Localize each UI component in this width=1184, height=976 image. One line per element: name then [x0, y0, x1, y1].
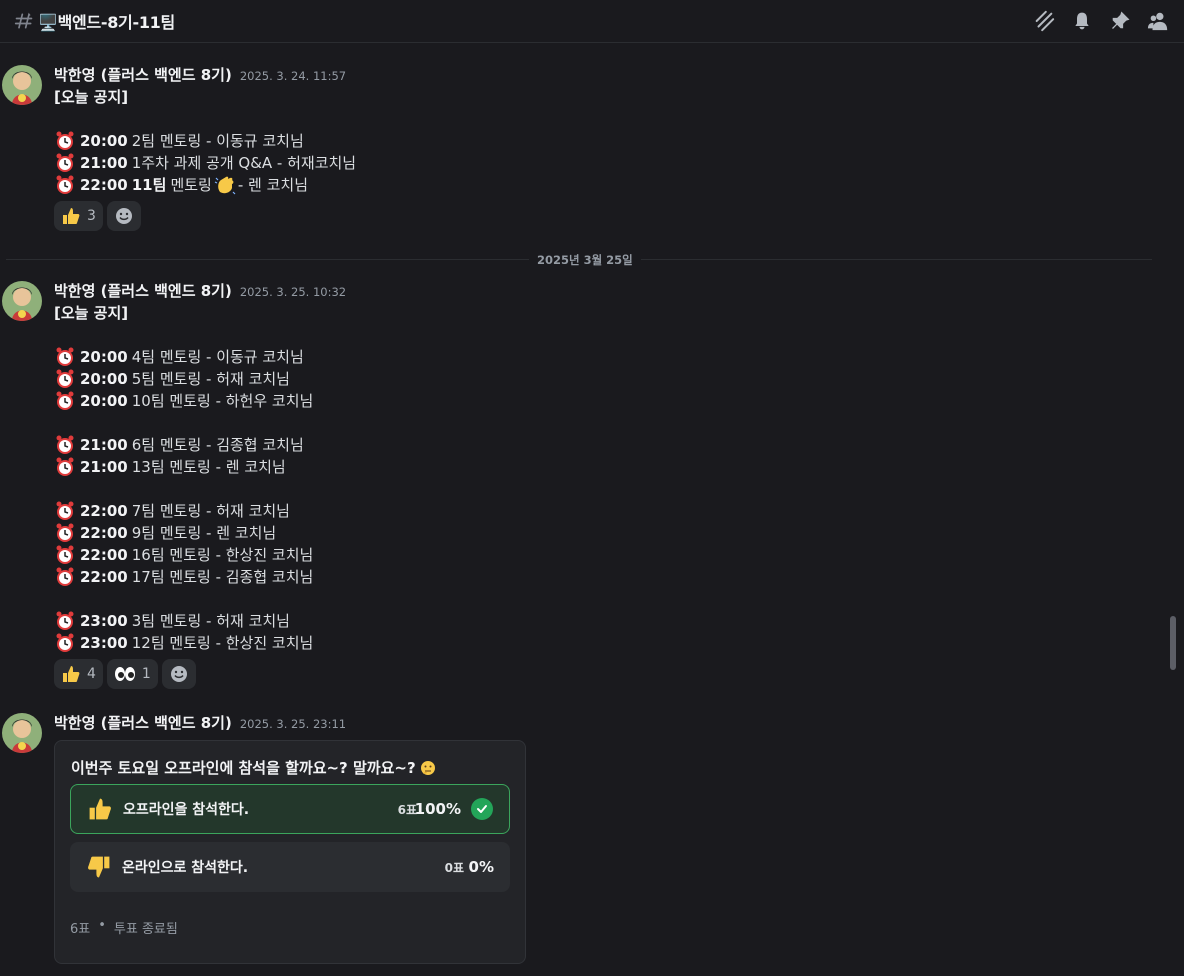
thumbs-up-icon	[89, 798, 111, 820]
channel-header: 🖥️백엔드-8기-11팀	[0, 0, 1184, 43]
reaction-thumbs-up[interactable]: 4	[54, 659, 103, 689]
waving-hand-icon	[214, 176, 236, 195]
alarm-clock-icon	[56, 567, 74, 586]
text-channel-icon	[14, 12, 33, 29]
alarm-clock-icon	[56, 131, 74, 150]
schedule-line: 22:00 11팀 멘토링 - 렌 코치님	[54, 174, 356, 196]
schedule-line: 20:00 4팀 멘토링 - 이동규 코치님	[54, 346, 346, 368]
scrollbar-thumb[interactable]	[1170, 616, 1176, 670]
alarm-clock-icon	[56, 369, 74, 388]
poll-question: 이번주 토요일 오프라인에 참석을 할까요~? 말까요~?	[71, 757, 436, 778]
thumbs-down-icon	[88, 856, 110, 878]
schedule-line: 20:00 5팀 멘토링 - 허재 코치님	[54, 368, 346, 390]
schedule-line: 21:00 13팀 멘토링 - 렌 코치님	[54, 456, 346, 478]
members-icon[interactable]	[1146, 9, 1170, 33]
poll-option-percent: 0%	[468, 858, 494, 876]
author-name[interactable]: 박한영 (플러스 백엔드 8기)	[54, 280, 232, 301]
poll-option-label: 온라인으로 참석한다.	[122, 860, 249, 876]
smiley-icon	[115, 208, 132, 224]
schedule-line: 20:00 2팀 멘토링 - 이동규 코치님	[54, 130, 356, 152]
poll-option[interactable]: 오프라인을 참석한다. 6표 100%	[70, 784, 510, 834]
poll-status: 투표 종료됨	[113, 922, 178, 937]
smiley-icon	[170, 666, 187, 682]
poll-footer: 6표 • 투표 종료됨	[70, 918, 178, 937]
check-icon	[471, 798, 493, 820]
alarm-clock-icon	[56, 545, 74, 564]
schedule-line: 22:00 16팀 멘토링 - 한상진 코치님	[54, 544, 346, 566]
schedule-line: 22:00 9팀 멘토링 - 렌 코치님	[54, 522, 346, 544]
bell-icon[interactable]	[1070, 9, 1094, 33]
schedule-line: 21:00 6팀 멘토링 - 김종협 코치님	[54, 434, 346, 456]
schedule-line: 23:00 12팀 멘토링 - 한상진 코치님	[54, 632, 346, 654]
alarm-clock-icon	[56, 347, 74, 366]
thinking-face-icon	[420, 760, 435, 775]
reaction-count: 1	[141, 666, 151, 682]
alarm-clock-icon	[56, 501, 74, 520]
timestamp: 2025. 3. 25. 23:11	[239, 717, 347, 731]
avatar[interactable]	[2, 713, 42, 753]
author-name[interactable]: 박한영 (플러스 백엔드 8기)	[54, 712, 232, 733]
alarm-clock-icon	[56, 435, 74, 454]
add-reaction-button[interactable]	[161, 659, 196, 689]
author-name[interactable]: 박한영 (플러스 백엔드 8기)	[54, 64, 232, 85]
date-divider-label: 2025년 3월 25일	[529, 252, 641, 268]
poll-option-label: 오프라인을 참석한다.	[123, 802, 250, 818]
alarm-clock-icon	[56, 153, 74, 172]
message-title: [오늘 공지]	[54, 88, 129, 106]
channel-name: 🖥️백엔드-8기-11팀	[38, 13, 175, 32]
reaction-count: 3	[87, 208, 96, 224]
schedule-line: 20:00 10팀 멘토링 - 하헌우 코치님	[54, 390, 346, 412]
thumbs-up-icon	[63, 666, 80, 682]
message-title: [오늘 공지]	[54, 304, 129, 322]
schedule-line: 22:00 17팀 멘토링 - 김종협 코치님	[54, 566, 346, 588]
threads-icon[interactable]	[1032, 9, 1056, 33]
poll-total-votes: 6표	[70, 922, 91, 937]
alarm-clock-icon	[56, 391, 74, 410]
poll-option-percent: 100%	[414, 800, 461, 818]
pin-icon[interactable]	[1108, 9, 1132, 33]
avatar[interactable]	[2, 65, 42, 105]
alarm-clock-icon	[56, 611, 74, 630]
alarm-clock-icon	[56, 175, 74, 194]
reaction-eyes[interactable]: 1	[106, 659, 158, 689]
alarm-clock-icon	[56, 457, 74, 476]
separator-dot: •	[98, 918, 106, 933]
thumbs-up-icon	[63, 208, 80, 224]
poll-option-votes: 0표	[444, 860, 464, 875]
timestamp: 2025. 3. 24. 11:57	[239, 69, 347, 83]
poll-option[interactable]: 온라인으로 참석한다. 0표 0%	[70, 842, 510, 892]
avatar[interactable]	[2, 281, 42, 321]
alarm-clock-icon	[56, 523, 74, 542]
reaction-count: 4	[87, 666, 96, 682]
schedule-line: 22:00 7팀 멘토링 - 허재 코치님	[54, 500, 346, 522]
alarm-clock-icon	[56, 633, 74, 652]
add-reaction-button[interactable]	[106, 201, 141, 231]
schedule-line: 21:00 1주차 과제 공개 Q&A - 허재코치님	[54, 152, 356, 174]
schedule-line: 23:00 3팀 멘토링 - 허재 코치님	[54, 610, 346, 632]
reaction-thumbs-up[interactable]: 3	[54, 201, 103, 231]
eyes-icon	[114, 667, 135, 681]
timestamp: 2025. 3. 25. 10:32	[239, 285, 347, 299]
